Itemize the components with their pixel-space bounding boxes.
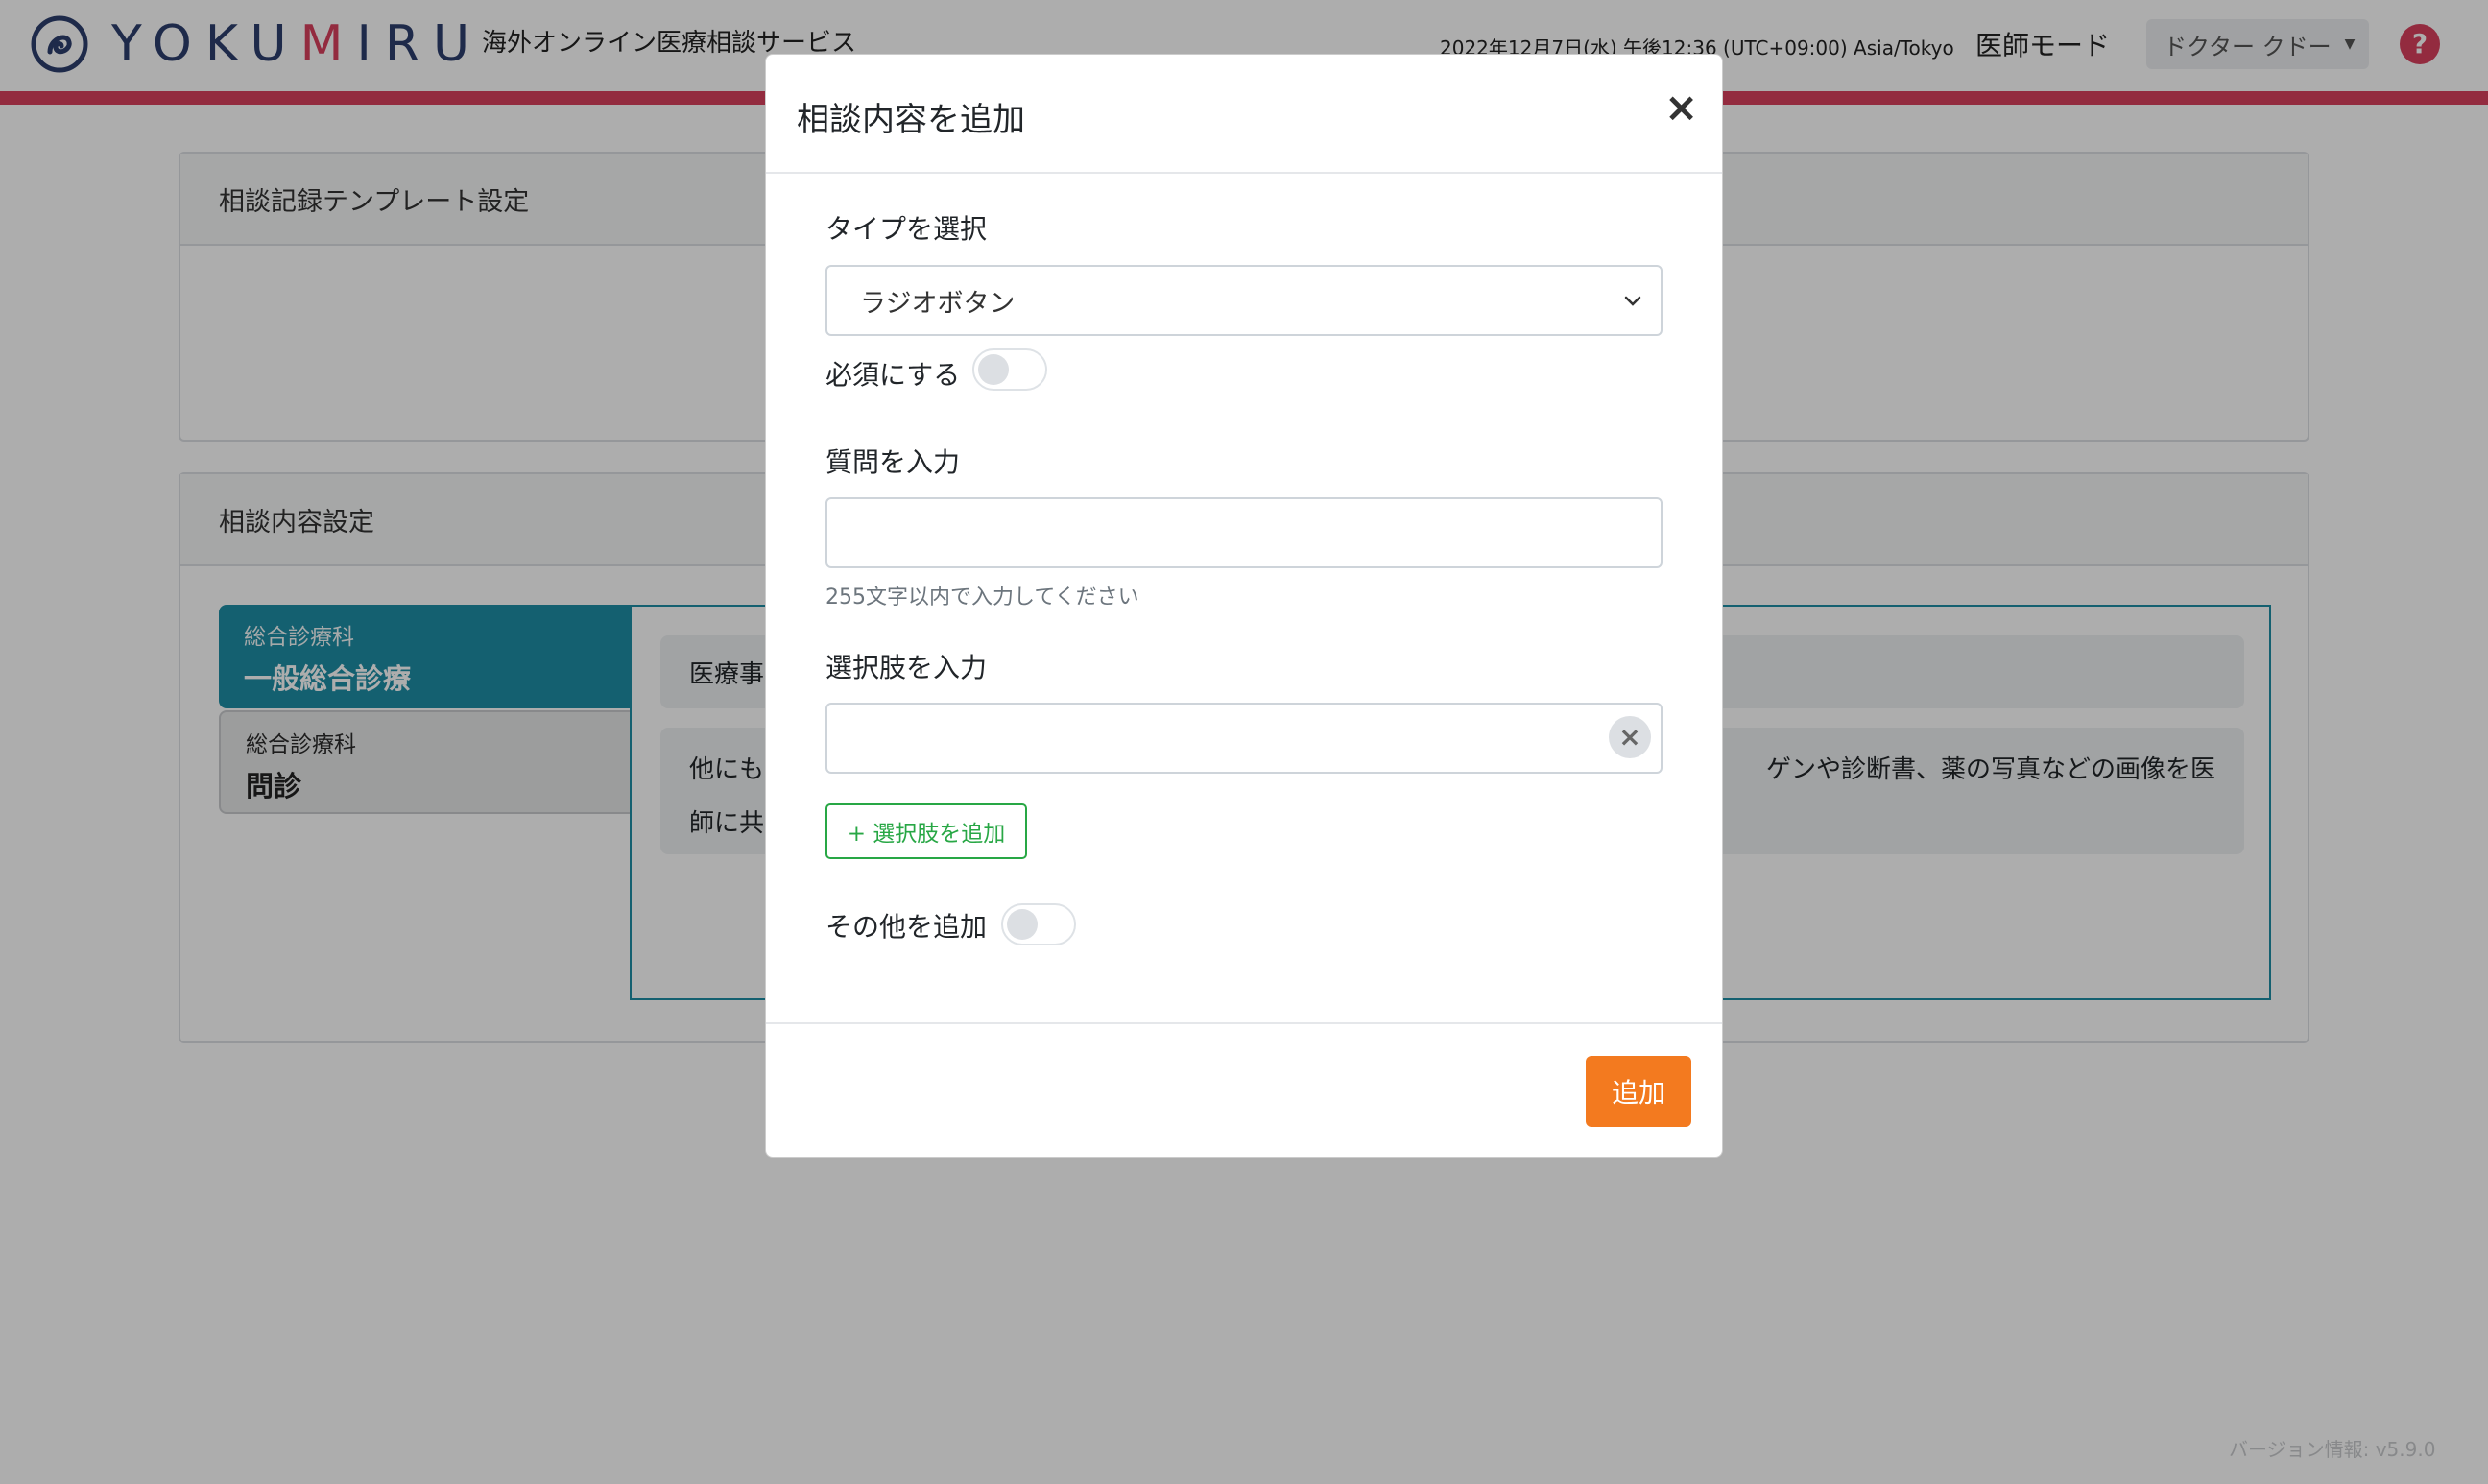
choice-input[interactable] <box>825 703 1663 774</box>
type-label: タイプを選択 <box>825 213 988 245</box>
add-choice-button[interactable]: + 選択肢を追加 <box>825 803 1027 859</box>
modal-header: 相談内容を追加 × <box>766 55 1722 174</box>
required-toggle[interactable] <box>972 348 1047 391</box>
modal-footer-divider <box>766 1022 1722 1024</box>
required-label: 必須にする <box>825 359 961 391</box>
choices-label: 選択肢を入力 <box>825 652 988 683</box>
toggle-knob <box>1007 909 1038 940</box>
other-label: その他を追加 <box>825 911 988 943</box>
question-input[interactable] <box>825 497 1663 568</box>
question-help-text: 255文字以内で入力してください <box>825 586 1139 610</box>
modal-title: 相談内容を追加 <box>797 101 1025 139</box>
question-label: 質問を入力 <box>825 446 961 478</box>
close-icon[interactable]: × <box>1664 87 1698 128</box>
add-content-modal: 相談内容を追加 × タイプを選択 ラジオボタン 必須にする 質問を入力 255文… <box>765 54 1723 1158</box>
type-select[interactable]: ラジオボタン <box>825 265 1663 336</box>
chevron-down-icon <box>1624 296 1641 306</box>
toggle-knob <box>978 354 1009 385</box>
clear-choice-icon[interactable]: × <box>1609 716 1651 758</box>
submit-add-button[interactable]: 追加 <box>1586 1056 1691 1127</box>
type-select-value: ラジオボタン <box>860 288 1016 319</box>
choice-row: × <box>766 703 1722 774</box>
other-toggle[interactable] <box>1001 903 1076 945</box>
